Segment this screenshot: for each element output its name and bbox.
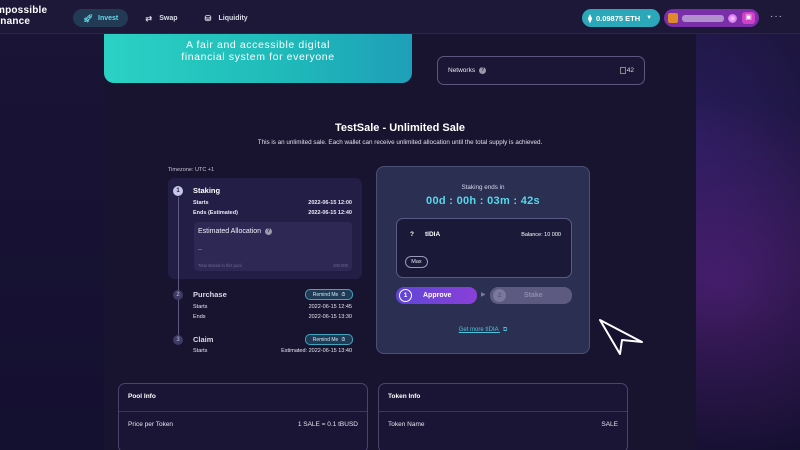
- remind-me-purchase-button[interactable]: Remind Me ⏰︎: [305, 289, 353, 300]
- approve-button[interactable]: 1 Approve: [396, 287, 477, 304]
- purchase-ends-label: Ends: [193, 314, 206, 320]
- claim-starts-value: Estimated: 2022-06-15 13:40: [281, 348, 352, 354]
- remind-me-claim-button[interactable]: Remind Me ⏰︎: [305, 334, 353, 345]
- network-balance-button[interactable]: ⧫ 0.09875 ETH ▼: [582, 9, 660, 27]
- token-balance: Balance: 10 000: [521, 232, 561, 238]
- nav-liquidity-label: Liquidity: [218, 14, 248, 22]
- timezone-label: Timezone: UTC +1: [168, 167, 215, 173]
- wallet-address-blurred: [682, 14, 724, 22]
- allocation-value: --: [198, 247, 202, 253]
- liquidity-icon: ⛁: [204, 13, 212, 23]
- staking-starts-value: 2022-06-15 12:00: [308, 200, 352, 206]
- sale-title: TestSale - Unlimited Sale: [334, 122, 465, 134]
- countdown-timer: 00d : 00h : 03m : 42s: [426, 195, 540, 207]
- approve-label: Approve: [423, 292, 452, 299]
- total-staked-label: Total staked in this pool: [198, 263, 242, 268]
- nav-liquidity[interactable]: ⛁ Liquidity: [194, 9, 258, 27]
- staking-ends-label: Staking ends in: [461, 184, 505, 191]
- staking-card: Staking ends in 00d : 00h : 03m : 42s ? …: [376, 166, 590, 354]
- get-more-label: Get more tIDIA: [458, 327, 499, 333]
- hero-banner: A fair and accessible digital financial …: [104, 34, 412, 83]
- alarm-icon: ⏰︎: [341, 336, 346, 343]
- more-menu-button[interactable]: ···: [770, 11, 783, 22]
- stake-button[interactable]: 2 Stake: [490, 287, 572, 304]
- wallet-button[interactable]: ▣: [664, 9, 759, 27]
- banner-line-1: A fair and accessible digital: [185, 39, 331, 51]
- get-more-link[interactable]: Get more tIDIA ⧉: [377, 327, 589, 334]
- step-number-claim: 3: [173, 335, 183, 345]
- remind-me-label: Remind Me: [312, 291, 339, 298]
- claim-starts-label: Starts: [193, 348, 208, 354]
- wallet-icon: ▣: [742, 12, 755, 24]
- swap-icon: ⇄: [145, 13, 153, 23]
- networks-panel: Networks ? 42: [437, 56, 645, 85]
- pool-info-title: Pool Info: [128, 393, 156, 400]
- price-per-token-value: 1 SALE = 0.1 tBUSD: [297, 421, 358, 428]
- nav-swap[interactable]: ⇄ Swap: [134, 9, 187, 27]
- alarm-icon: ⏰︎: [341, 291, 346, 298]
- eth-icon: ⧫: [588, 13, 592, 23]
- step-title-staking: Staking: [193, 186, 221, 195]
- help-icon[interactable]: ?: [479, 67, 487, 74]
- stake-step-number: 2: [493, 289, 506, 302]
- network-image-alt: 42: [626, 67, 634, 74]
- avatar: [728, 13, 737, 23]
- logo-line-1: Impossible: [0, 5, 48, 16]
- external-link-icon: ⧉: [503, 327, 508, 333]
- help-icon[interactable]: ?: [265, 228, 273, 235]
- token-input-box[interactable]: ? tIDIA Balance: 10 000 Max: [396, 218, 572, 278]
- token-name-label: Token Name: [388, 421, 425, 428]
- stake-steps: 1 Approve ▶ 2 Stake: [396, 287, 572, 304]
- timeline-line: [178, 197, 179, 340]
- mouse-cursor-icon: [599, 319, 643, 355]
- network-image: 42: [619, 67, 634, 74]
- chevron-down-icon: ▼: [646, 15, 653, 21]
- broken-image-icon: [619, 67, 626, 74]
- allocation-title: Estimated Allocation ?: [198, 228, 273, 235]
- divider: [119, 411, 367, 412]
- eth-balance: 0.09875 ETH: [595, 13, 641, 23]
- arrow-right-icon: ▶: [481, 292, 486, 298]
- pool-info-panel: Pool Info Price per Token 1 SALE = 0.1 t…: [118, 383, 368, 450]
- estimated-allocation-box: Estimated Allocation ? -- Total staked i…: [194, 222, 352, 271]
- sale-description: This is an unlimited sale. Each wallet c…: [257, 139, 543, 146]
- staking-ends-value: 2022-06-15 12:40: [308, 210, 352, 216]
- nav-swap-label: Swap: [159, 14, 178, 22]
- nav-invest[interactable]: 🚀︎ Invest: [73, 9, 129, 27]
- token-name: tIDIA: [425, 231, 441, 238]
- purchase-starts-label: Starts: [193, 304, 208, 310]
- networks-label: Networks: [448, 67, 476, 74]
- logo-line-2: Finance: [0, 16, 31, 27]
- allocation-title-text: Estimated Allocation: [198, 228, 262, 235]
- divider: [379, 411, 627, 412]
- banner-line-2: financial system for everyone: [181, 51, 335, 63]
- top-navigation-bar: Impossible Finance 🚀︎ Invest ⇄ Swap ⛁ Li…: [0, 0, 800, 34]
- token-name-value: SALE: [601, 421, 618, 428]
- purchase-ends-value: 2022-06-15 13:30: [308, 314, 352, 320]
- total-staked-value: 100.000: [332, 263, 348, 268]
- step-number-staking: 1: [173, 186, 183, 196]
- nav-invest-label: Invest: [98, 14, 119, 22]
- step-title-claim: Claim: [193, 335, 214, 344]
- app-logo[interactable]: Impossible Finance: [0, 5, 47, 27]
- step-title-purchase: Purchase: [193, 290, 227, 299]
- approve-step-number: 1: [399, 289, 412, 302]
- staking-starts-label: Starts: [193, 200, 209, 206]
- step-number-purchase: 2: [173, 290, 183, 300]
- token-info-panel: Token Info Token Name SALE: [378, 383, 628, 450]
- rocket-icon: 🚀︎: [83, 13, 94, 23]
- price-per-token-label: Price per Token: [128, 421, 174, 428]
- token-info-title: Token Info: [388, 393, 421, 400]
- token-icon: ?: [410, 231, 414, 238]
- metamask-icon: [668, 13, 678, 23]
- main-nav: 🚀︎ Invest ⇄ Swap ⛁ Liquidity: [73, 9, 258, 27]
- staking-ends-label: Ends (Estimated): [193, 210, 238, 216]
- stake-label: Stake: [524, 292, 543, 299]
- remind-me-label: Remind Me: [312, 336, 339, 343]
- max-button[interactable]: Max: [405, 256, 428, 268]
- purchase-starts-value: 2022-06-15 12:45: [308, 304, 352, 310]
